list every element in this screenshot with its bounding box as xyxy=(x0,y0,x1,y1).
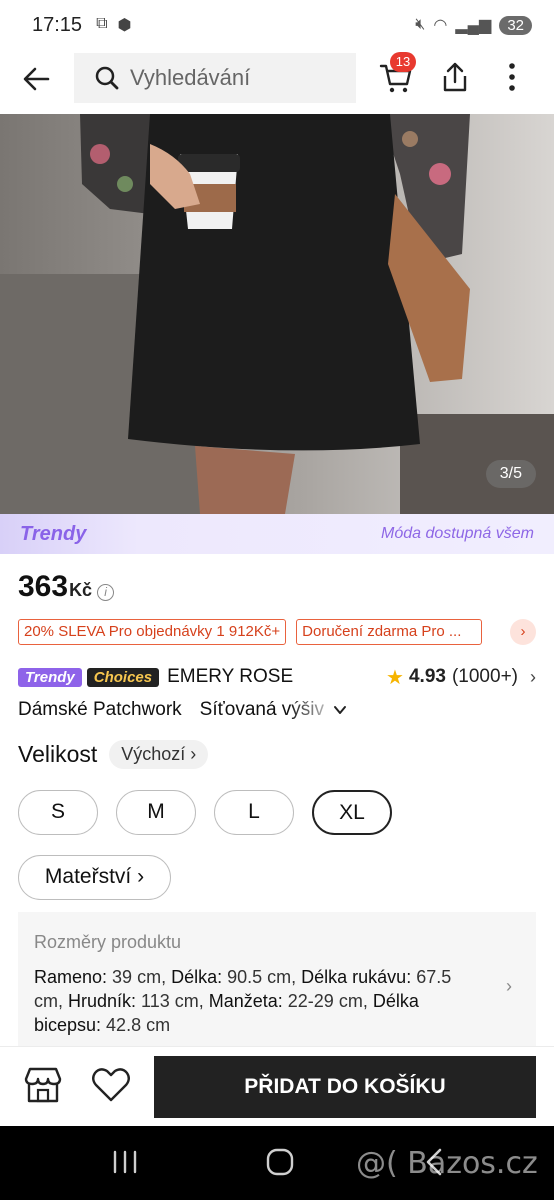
more-options-icon[interactable] xyxy=(500,60,524,94)
add-to-cart-button[interactable]: PŘIDAT DO KOŠÍKU xyxy=(154,1056,536,1118)
dim-value: 22-29 cm, xyxy=(282,991,373,1011)
top-nav: Vyhledávání 13 xyxy=(0,50,554,114)
status-bar: 17:15 ⧉ ⬢ 🔇︎ ◠ ▂▄▆ 32 xyxy=(0,0,554,50)
status-right-icons: 🔇︎ ◠ ▂▄▆ 32 xyxy=(415,15,532,35)
product-photo xyxy=(0,114,554,514)
cart-badge: 13 xyxy=(390,52,416,72)
brand-name[interactable]: EMERY ROSE xyxy=(167,666,293,688)
trendy-banner[interactable]: Trendy Móda dostupná všem xyxy=(0,514,554,554)
trendy-slogan: Móda dostupná všem xyxy=(381,525,534,542)
size-label: Velikost xyxy=(18,741,98,767)
maternity-button[interactable]: Mateřství › xyxy=(18,855,171,900)
price-currency: Kč xyxy=(69,580,93,600)
recents-icon[interactable] xyxy=(112,1150,138,1174)
chevron-right-icon: › xyxy=(530,666,536,687)
store-icon[interactable] xyxy=(22,1065,64,1105)
size-option-xl[interactable]: XL xyxy=(312,790,392,835)
trendy-badge: Trendy xyxy=(18,667,82,687)
size-chart-chip[interactable]: Výchozí › xyxy=(109,740,209,769)
status-time: 17:15 xyxy=(32,13,83,36)
promo-more-chevron-icon[interactable]: › xyxy=(510,619,536,645)
dim-label: Délka: xyxy=(171,967,223,987)
heart-icon[interactable] xyxy=(90,1065,132,1105)
price-amount: 363 xyxy=(18,570,69,603)
promo-discount-tag[interactable]: 20% SLEVA Pro objednávky 1 912Kč+ xyxy=(18,619,287,645)
status-notification-icons: ⧉ ⬢ xyxy=(96,15,131,35)
chevron-right-icon: › xyxy=(506,976,512,996)
brand-row: Trendy Choices EMERY ROSE ★ 4.93 (1000+)… xyxy=(18,663,536,691)
screenshot-icon: ⧉ xyxy=(96,15,108,32)
dim-label: Manžeta: xyxy=(208,991,283,1011)
trendy-logo: Trendy xyxy=(20,522,87,545)
size-options: S M L XL xyxy=(18,790,392,835)
product-title-part1: Dámské Patchwork xyxy=(18,699,182,720)
product-title[interactable]: Dámské Patchwork Síťovaná výšiv xyxy=(18,697,348,723)
battery-indicator: 32 xyxy=(499,15,532,35)
dim-value: 39 cm, xyxy=(107,967,172,987)
dim-label: Rameno: xyxy=(34,967,108,987)
dim-value: 113 cm, xyxy=(136,991,209,1011)
size-option-s[interactable]: S xyxy=(18,790,98,835)
promo-free-shipping-tag[interactable]: Doručení zdarma Pro ... xyxy=(296,619,483,645)
wifi-icon: ◠ xyxy=(433,17,448,34)
rating[interactable]: ★ 4.93 (1000+) › xyxy=(386,665,536,690)
home-icon[interactable] xyxy=(266,1148,294,1176)
dim-label: Délka rukávu: xyxy=(301,967,412,987)
dim-label: Hrudník: xyxy=(68,991,137,1011)
maternity-label: Mateřství xyxy=(44,865,132,888)
rating-value: 4.93 xyxy=(408,666,446,687)
search-input[interactable]: Vyhledávání xyxy=(74,53,356,103)
shield-icon: ⬢ xyxy=(117,17,132,34)
size-header: Velikost Výchozí › xyxy=(18,740,209,769)
dimensions-list: Rameno: 39 cm, Délka: 90.5 cm, Délka ruk… xyxy=(34,965,484,1037)
mute-icon: 🔇︎ xyxy=(415,16,426,33)
product-image[interactable]: 3/5 xyxy=(0,114,554,514)
promo-row: 20% SLEVA Pro objednávky 1 912Kč+ Doruče… xyxy=(18,619,554,645)
dimensions-title: Rozměry produktu xyxy=(34,932,182,952)
signal-icon: ▂▄▆ xyxy=(455,17,492,34)
size-option-m[interactable]: M xyxy=(116,790,196,835)
back-arrow-icon[interactable] xyxy=(20,62,54,96)
price-row: 363 Kč i xyxy=(18,570,115,604)
share-icon[interactable] xyxy=(438,60,472,94)
product-title-part2: Síťovaná výšiv xyxy=(199,699,325,720)
product-dimensions[interactable]: Rozměry produktu Rameno: 39 cm, Délka: 9… xyxy=(18,912,536,1048)
size-option-l[interactable]: L xyxy=(214,790,294,835)
info-icon[interactable]: i xyxy=(97,584,115,601)
watermark: @( Bazos.cz xyxy=(356,1146,538,1181)
chevron-down-icon[interactable] xyxy=(332,702,348,718)
bottom-action-bar: PŘIDAT DO KOŠÍKU xyxy=(0,1046,554,1126)
dim-value: 90.5 cm, xyxy=(222,967,302,987)
rating-count: (1000+) xyxy=(451,666,518,687)
image-counter: 3/5 xyxy=(485,460,536,488)
search-icon xyxy=(95,66,119,90)
search-placeholder: Vyhledávání xyxy=(130,65,251,90)
dim-value: 42.8 cm xyxy=(101,1015,171,1035)
size-chip-label: Výchozí xyxy=(121,744,186,764)
star-icon: ★ xyxy=(386,666,404,689)
choices-badge: Choices xyxy=(86,667,160,687)
